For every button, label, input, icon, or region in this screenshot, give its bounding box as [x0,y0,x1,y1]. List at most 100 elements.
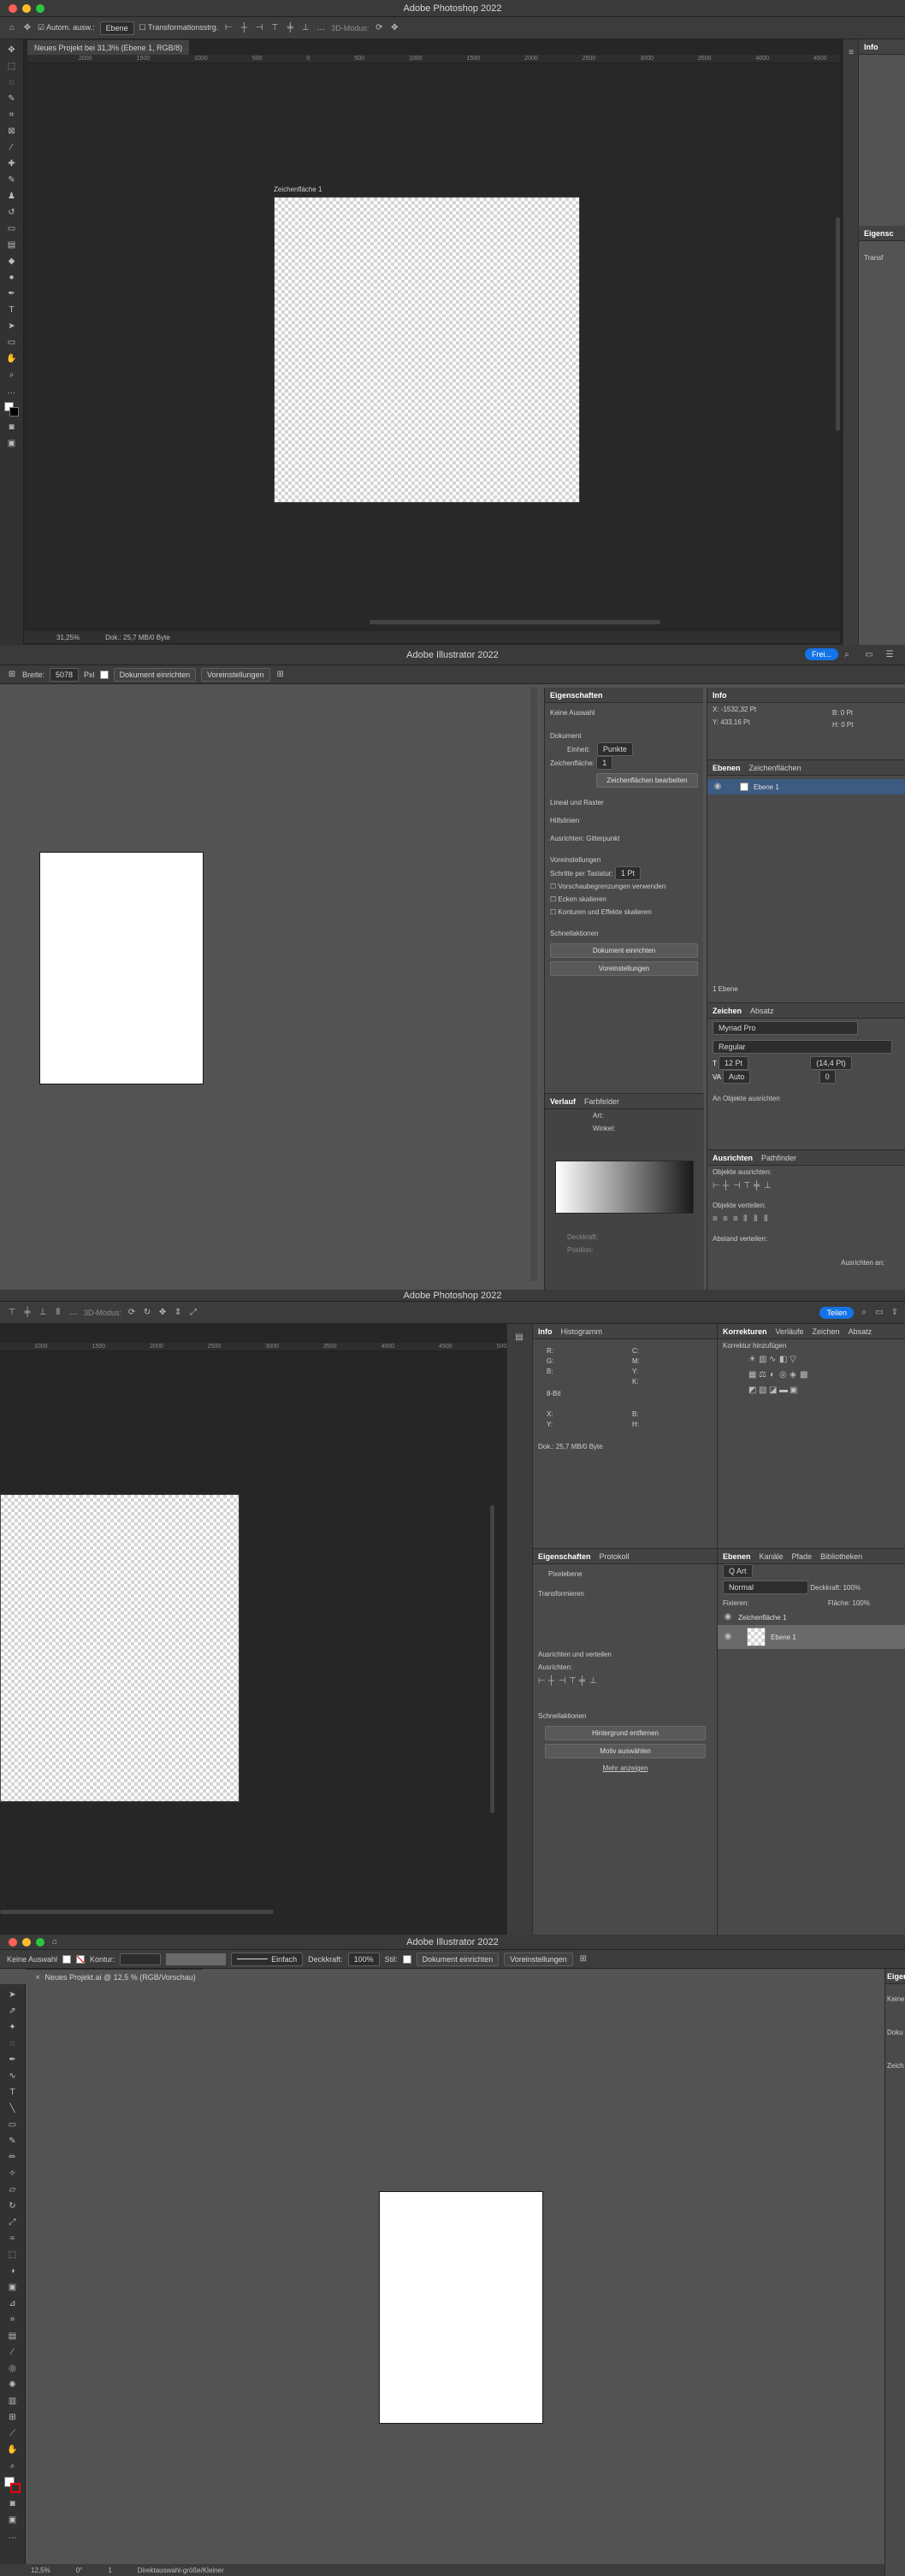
eraser-icon[interactable]: ▭ [6,223,18,235]
document-setup-button[interactable]: Dokument einrichten [113,667,197,682]
tab-pathfinder[interactable]: Pathfinder [761,1154,796,1162]
canvas-area[interactable] [26,1984,884,2562]
posterize-icon[interactable]: ▨ [759,1385,769,1396]
quick-select-icon[interactable]: ✎ [6,93,18,105]
free-transform-icon[interactable]: ⬚ [7,2249,19,2261]
layer-row[interactable]: ◉ Ebene 1 [718,1625,905,1649]
tab-align[interactable]: Ausrichten [713,1154,753,1162]
color-swatches[interactable] [3,402,20,417]
tab-gradients[interactable]: Verläufe [776,1327,804,1336]
document-tab[interactable]: Neues Projekt bei 31,3% (Ebene 1, RGB/8) [27,39,190,55]
tab-character[interactable]: Zeichen [713,1007,742,1015]
tab-history[interactable]: Protokoll [600,1552,630,1561]
variable-width-field[interactable] [166,1953,227,1965]
tab-artboards[interactable]: Zeichenflächen [749,764,801,772]
blend-icon[interactable]: ◎ [7,2363,19,2375]
artboard-layer-row[interactable]: ◉ Zeichenfläche 1 [718,1610,905,1625]
horizontal-scrollbar[interactable] [370,620,660,624]
rotation-angle[interactable]: 0° [76,2567,83,2574]
search-icon[interactable]: ⌕ [859,1308,869,1318]
balance-icon[interactable]: ⚖ [759,1370,769,1380]
horizontal-scrollbar[interactable] [0,1910,274,1914]
stamp-icon[interactable]: ♟ [6,191,18,203]
direct-selection-icon[interactable]: ⇗ [7,2006,19,2018]
lasso-icon[interactable]: ◌ [7,2038,19,2050]
orbit-icon[interactable]: ⟳ [127,1308,137,1318]
arrange-docs-icon[interactable]: ⊞ [275,670,286,680]
arrange-docs-icon[interactable]: ⊞ [578,1954,589,1964]
align-bottom-icon[interactable]: ⊥ [300,23,311,33]
artboard[interactable] [39,852,204,1084]
align-right-icon[interactable]: ⊣ [254,23,264,33]
preferences-button[interactable]: Voreinstellungen [504,1952,573,1966]
brush-icon[interactable]: ✎ [6,174,18,186]
pencil-icon[interactable]: ✏ [7,2152,19,2164]
align-left-icon[interactable]: ⊢ [713,1181,723,1191]
fill-swatch[interactable] [99,670,109,679]
align-right-icon[interactable]: ⊣ [559,1676,569,1687]
mixer-icon[interactable]: ◈ [790,1370,800,1380]
frame-icon[interactable]: ⊠ [6,126,18,138]
type-icon[interactable]: T [7,2087,19,2099]
panel-collapse-icon[interactable]: ≡ [846,48,856,58]
visibility-icon[interactable]: ◉ [723,1612,733,1622]
workspace-icon[interactable]: ▭ [874,1308,884,1318]
tab-info[interactable]: Info [713,691,727,700]
hand-icon[interactable]: ✋ [6,353,18,365]
artboard-dropdown[interactable]: 1 [596,756,613,770]
layer-name[interactable]: Ebene 1 [771,1634,796,1641]
more-icon[interactable]: ☰ [884,650,895,660]
auto-select-checkbox[interactable]: ☑ Autom. ausw.: [38,23,95,32]
invert-icon[interactable]: ◩ [748,1385,759,1396]
quick-actions-section[interactable]: Schnellaktionen [533,1710,718,1722]
shaper-icon[interactable]: ✧ [7,2168,19,2180]
brightness-icon[interactable]: ☀ [748,1355,759,1365]
gradient-map-icon[interactable]: ▬ [779,1385,790,1396]
gradient-icon[interactable]: ▤ [6,239,18,251]
selective-color-icon[interactable]: ▣ [790,1385,800,1396]
distribute-icon[interactable]: ⦀ [53,1308,63,1318]
rectangle-icon[interactable]: ▭ [7,2119,19,2131]
align-vcenter-icon[interactable]: ╪ [579,1676,589,1687]
canvas-area[interactable]: Zeichenfläche 1 [27,63,840,628]
artboard-label[interactable]: Zeichenfläche 1 [274,186,322,193]
leading-field[interactable]: (14,4 Pt) [810,1056,852,1070]
search-icon[interactable]: ⌕ [842,650,852,660]
tab-info[interactable]: Info [864,43,878,51]
align-top-icon[interactable]: ⊤ [743,1181,754,1191]
scale-strokes-checkbox[interactable]: ☐ Konturen und Effekte skalieren [545,906,703,919]
exposure-icon[interactable]: ◧ [779,1355,790,1365]
more-options-icon[interactable]: … [68,1308,79,1318]
tab-properties[interactable]: Eigenschaften [550,691,603,700]
layer-filter-dropdown[interactable]: Q Art [723,1564,753,1578]
tab-info[interactable]: Info [538,1327,553,1336]
perspective-icon[interactable]: ⊿ [7,2298,19,2310]
align-middle-icon[interactable]: ╪ [285,23,295,33]
quick-document-setup-button[interactable]: Dokument einrichten [550,943,698,958]
selection-icon[interactable]: ➤ [7,1989,19,2001]
font-family-dropdown[interactable]: Myriad Pro [713,1021,858,1035]
transform-controls-checkbox[interactable]: ☐ Transformationsstrg. [139,23,219,32]
distribute-left-icon[interactable]: ⦀ [743,1214,754,1225]
roll-icon[interactable]: ↻ [142,1308,152,1318]
brush-dropdown[interactable]: Einfach [231,1952,304,1966]
share-button[interactable]: Frei... [804,648,838,660]
visibility-icon[interactable]: ◉ [713,782,723,792]
align-distribute-section[interactable]: Ausrichten und verteilen [533,1648,718,1661]
vertical-scrollbar[interactable] [490,1505,494,1813]
zoom-icon[interactable]: ⌕ [7,2461,19,2473]
opacity-value[interactable]: 100% [843,1584,860,1592]
shape-builder-icon[interactable]: ◑ [7,2266,19,2278]
fill-stroke-swatches[interactable] [3,2477,21,2494]
keyboard-increment-field[interactable]: 1 Pt [614,866,641,880]
align-top-icon[interactable]: ⊤ [569,1676,579,1687]
tab-properties[interactable]: Eigenschaften [538,1552,591,1561]
style-swatch[interactable] [402,1954,411,1964]
vibrance-icon[interactable]: ▽ [790,1355,800,1365]
tab-paragraph[interactable]: Absatz [750,1007,774,1015]
draw-mode-icon[interactable]: ◙ [7,2498,19,2510]
align-hcenter-icon[interactable]: ┼ [723,1181,733,1191]
tab-layers[interactable]: Ebenen [723,1552,751,1561]
paintbrush-icon[interactable]: ✎ [7,2136,19,2148]
tab-swatches[interactable]: Farbfelder [584,1097,619,1106]
